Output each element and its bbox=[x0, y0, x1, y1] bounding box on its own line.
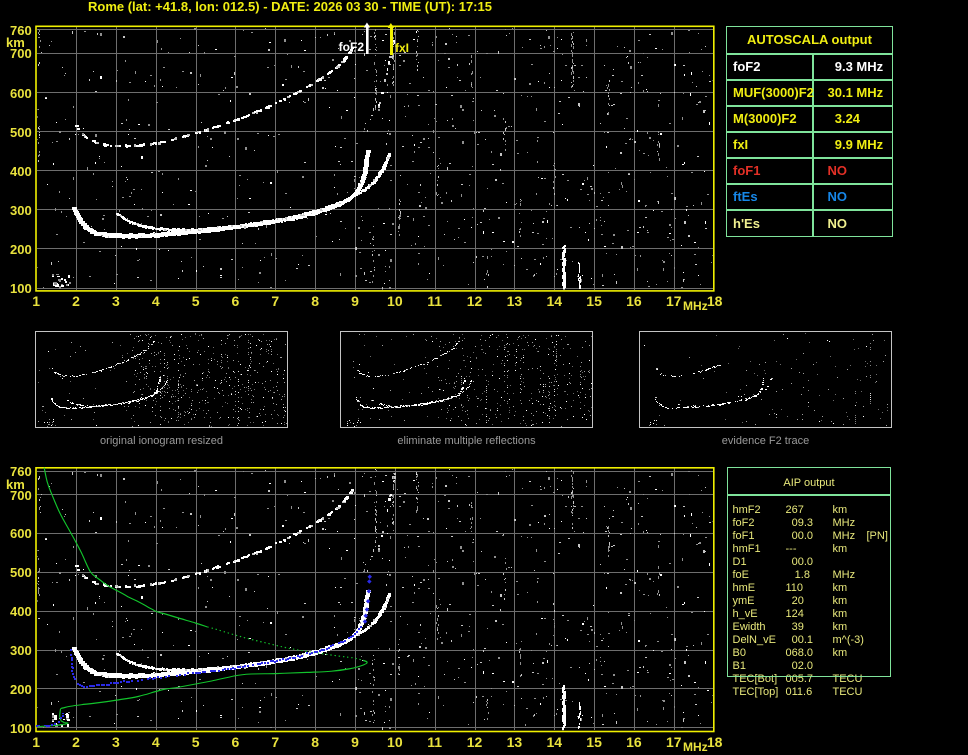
autoscala-row-divider bbox=[726, 209, 893, 212]
autoscala-row-label: fxI bbox=[733, 137, 749, 153]
x-tick-label: 10 bbox=[387, 292, 403, 309]
x-tick-label: 2 bbox=[72, 292, 80, 309]
thumbnail-image bbox=[640, 332, 891, 427]
autoscala-row-label: foF2 bbox=[733, 58, 761, 74]
fxi-marker-label: fxI bbox=[395, 40, 410, 55]
y-axis-unit-label: km bbox=[6, 35, 25, 50]
x-tick-label: 9 bbox=[351, 292, 359, 309]
x-tick-label: 13 bbox=[506, 734, 523, 750]
autoscala-row-value: 3.24 bbox=[827, 110, 861, 126]
x-tick-label: 7 bbox=[271, 292, 280, 309]
x-tick-label: 10 bbox=[387, 734, 403, 750]
fof2-marker-label: foF2 bbox=[338, 40, 364, 54]
autoscala-row-value: NO bbox=[827, 163, 848, 179]
aip-table-header-divider bbox=[727, 493, 891, 496]
y-tick-label: 200 bbox=[10, 241, 32, 257]
x-tick-label: 5 bbox=[191, 292, 200, 309]
x-tick-label: 9 bbox=[351, 734, 359, 750]
x-tick-label: 2 bbox=[72, 734, 80, 750]
x-tick-label: 7 bbox=[271, 734, 280, 750]
y-axis-unit-label: km bbox=[6, 476, 25, 492]
autoscala-row-label: foF1 bbox=[733, 163, 761, 179]
x-tick-label: 8 bbox=[311, 734, 320, 750]
autoscala-row-value: 9.3 MHz bbox=[827, 58, 884, 74]
autoscala-row-divider bbox=[726, 183, 893, 186]
y-tick-label: 200 bbox=[10, 681, 32, 697]
station-title: Rome (lat: +41.8, lon: 012.5) - DATE: 20… bbox=[88, 0, 492, 14]
x-tick-label: 14 bbox=[546, 292, 563, 309]
autoscala-row-divider bbox=[726, 157, 893, 160]
aip-row-unit: TECU bbox=[832, 686, 863, 698]
x-tick-label: 18 bbox=[706, 292, 723, 309]
x-tick-label: 5 bbox=[191, 734, 200, 750]
autoscala-header-divider bbox=[726, 52, 893, 55]
autoscala-row-divider bbox=[726, 104, 893, 107]
y-tick-label: 400 bbox=[10, 604, 32, 620]
x-tick-label: 1 bbox=[32, 734, 41, 750]
x-tick-label: 12 bbox=[466, 292, 483, 309]
ionogram-plot-top bbox=[35, 20, 715, 293]
thumbnail-image bbox=[36, 332, 287, 427]
x-tick-label: 4 bbox=[151, 292, 160, 309]
ionogram-plot-bottom bbox=[35, 466, 715, 734]
x-tick-label: 14 bbox=[546, 734, 563, 750]
y-tick-label: 100 bbox=[10, 720, 32, 736]
autoscala-table-title: AUTOSCALA output bbox=[747, 32, 872, 47]
y-tick-label: 300 bbox=[10, 202, 32, 218]
x-tick-label: 18 bbox=[706, 734, 723, 750]
autoscala-row-value: 30.1 MHz bbox=[827, 84, 884, 100]
x-tick-label: 8 bbox=[311, 292, 320, 309]
autoscala-row-divider bbox=[726, 130, 893, 133]
autoscala-row-label: MUF(3000)F2 bbox=[733, 84, 814, 100]
aip-row-value: 011.6 bbox=[785, 686, 813, 698]
y-tick-label: 400 bbox=[10, 163, 32, 179]
x-tick-label: 11 bbox=[427, 734, 443, 750]
autoscala-row-divider bbox=[726, 78, 893, 81]
y-tick-label: 500 bbox=[10, 565, 32, 581]
x-tick-label: 15 bbox=[586, 292, 602, 309]
y-tick-label: 300 bbox=[10, 643, 32, 658]
x-tick-label: 6 bbox=[231, 292, 240, 309]
y-tick-label: 500 bbox=[10, 124, 32, 140]
x-tick-label: 3 bbox=[111, 292, 120, 309]
x-tick-label: 12 bbox=[466, 734, 483, 750]
aip-row-label: TEC[Top] bbox=[732, 686, 779, 698]
thumbnail-caption: original ionogram resized bbox=[100, 435, 223, 447]
x-tick-label: 4 bbox=[151, 734, 160, 750]
x-tick-label: 3 bbox=[111, 734, 120, 750]
y-tick-label: 600 bbox=[10, 85, 32, 101]
autoscala-row-value: 9.9 MHz bbox=[827, 137, 884, 153]
autoscala-row-value: NO bbox=[827, 189, 848, 205]
autoscala-row-label: ftEs bbox=[733, 189, 758, 205]
thumbnail-caption: evidence F2 trace bbox=[721, 435, 810, 447]
autoscala-row-value: NO bbox=[827, 215, 848, 231]
autoscala-screen: { "header": { "title": "Rome (lat: +41.8… bbox=[0, 0, 968, 755]
x-tick-label: 13 bbox=[506, 292, 523, 309]
autoscala-row-label: h'Es bbox=[733, 215, 760, 231]
thumbnail-caption: eliminate multiple reflections bbox=[397, 435, 536, 447]
autoscala-row-label: M(3000)F2 bbox=[733, 110, 797, 126]
aip-table-border bbox=[727, 467, 891, 677]
x-tick-label: 6 bbox=[231, 734, 240, 750]
y-tick-label: 600 bbox=[10, 526, 32, 542]
thumbnail-image bbox=[341, 332, 592, 427]
x-tick-label: 15 bbox=[586, 734, 602, 750]
x-tick-label: 1 bbox=[32, 292, 41, 309]
x-tick-label: 11 bbox=[427, 292, 443, 309]
x-tick-label: 16 bbox=[626, 734, 642, 750]
x-tick-label: 16 bbox=[626, 292, 642, 309]
